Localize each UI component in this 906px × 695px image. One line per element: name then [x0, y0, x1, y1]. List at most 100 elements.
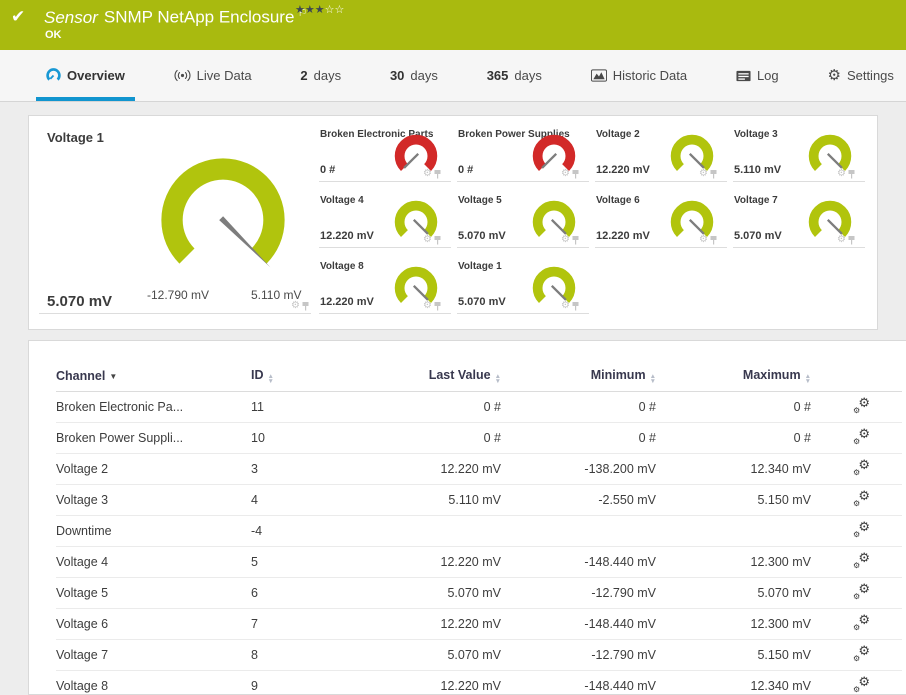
ok-check-icon: ✔: [11, 7, 26, 26]
big-gauge-min: -12.790 mV: [147, 288, 210, 302]
gear-icon[interactable]: ⚙: [837, 235, 846, 245]
channel-settings-icon[interactable]: ⚙ ⚙: [853, 674, 870, 694]
star-filled-icons[interactable]: ★★★: [295, 4, 325, 16]
cell-channel[interactable]: Voltage 2: [56, 453, 251, 485]
pin-icon[interactable]: [302, 301, 309, 311]
channel-settings-icon[interactable]: ⚙ ⚙: [853, 519, 870, 539]
gear-icon[interactable]: ⚙: [423, 301, 432, 311]
gauge-needle: [550, 284, 567, 301]
channel-settings-icon[interactable]: ⚙ ⚙: [853, 395, 870, 415]
cell-id: 3: [251, 453, 364, 485]
table-row-broken-electronic-pa-[interactable]: Broken Electronic Pa... 11 0 #0 #0 # ⚙ ⚙: [56, 391, 902, 423]
gauge-tile-broken-electronic-parts[interactable]: Broken Electronic Parts 0 # ⚙: [319, 126, 451, 182]
table-row-voltage-2[interactable]: Voltage 2 3 12.220 mV -138.200 mV 12.340 mV ⚙…: [56, 453, 902, 485]
pin-icon[interactable]: [848, 169, 855, 179]
gear-icon[interactable]: ⚙: [561, 301, 570, 311]
gauge-tile-voltage-4[interactable]: Voltage 4 12.220 mV ⚙: [319, 192, 451, 248]
cell-last-value: 5.070 mV: [364, 639, 511, 671]
gear-icon[interactable]: ⚙: [291, 301, 300, 311]
channel-settings-icon[interactable]: ⚙ ⚙: [853, 488, 870, 508]
pin-icon[interactable]: [434, 301, 441, 311]
tab-label: days: [313, 68, 342, 83]
table-row-voltage-8[interactable]: Voltage 8 9 12.220 mV -148.440 mV 12.340 mV ⚙…: [56, 670, 902, 695]
pin-icon[interactable]: [710, 169, 717, 179]
channel-settings-icon[interactable]: ⚙ ⚙: [853, 643, 870, 663]
cell-minimum: -148.440 mV: [511, 608, 666, 640]
channel-settings-icon[interactable]: ⚙ ⚙: [853, 550, 870, 570]
pin-icon[interactable]: [434, 235, 441, 245]
cell-last-value: 12.220 mV: [364, 546, 511, 578]
gear-icon[interactable]: ⚙: [423, 235, 432, 245]
gauge-needle: [688, 152, 705, 169]
gauge-tile-voltage-8[interactable]: Voltage 8 12.220 mV ⚙: [319, 258, 451, 314]
channel-settings-icon[interactable]: ⚙ ⚙: [853, 457, 870, 477]
cell-channel[interactable]: Voltage 8: [56, 670, 251, 695]
pin-icon[interactable]: [434, 169, 441, 179]
pin-icon[interactable]: [572, 169, 579, 179]
cell-id: 4: [251, 484, 364, 516]
gear-icon[interactable]: ⚙: [837, 169, 846, 179]
gear-icon[interactable]: ⚙: [699, 169, 708, 179]
sort-icon: ▲ ▼: [267, 373, 274, 385]
tab-label: Overview: [67, 68, 125, 83]
tab-live-data[interactable]: Live Data: [168, 50, 258, 101]
table-row-downtime[interactable]: Downtime -4 ⚙ ⚙: [56, 515, 902, 547]
tab-settings[interactable]: ⚙ Settings: [821, 50, 899, 101]
channel-settings-icon[interactable]: ⚙ ⚙: [853, 581, 870, 601]
pin-icon[interactable]: [572, 301, 579, 311]
gauge-tile-voltage-7[interactable]: Voltage 7 5.070 mV ⚙: [733, 192, 865, 248]
tab-overview[interactable]: Overview: [36, 50, 135, 101]
gauge-tile-broken-power-supplies[interactable]: Broken Power Supplies 0 # ⚙: [457, 126, 589, 182]
gear-icon[interactable]: ⚙: [561, 169, 570, 179]
cell-minimum: [511, 515, 666, 547]
gauge-tile-voltage-2[interactable]: Voltage 2 12.220 mV ⚙: [595, 126, 727, 182]
cell-minimum: -12.790 mV: [511, 639, 666, 671]
table-row-voltage-6[interactable]: Voltage 6 7 12.220 mV -148.440 mV 12.300 mV ⚙…: [56, 608, 902, 640]
tab-log[interactable]: Log: [730, 50, 785, 101]
tab-2-days[interactable]: 2 days: [294, 50, 347, 101]
tab-historic-data[interactable]: Historic Data: [585, 50, 693, 101]
cell-channel[interactable]: Voltage 3: [56, 484, 251, 516]
cell-channel[interactable]: Broken Electronic Pa...: [56, 391, 251, 423]
tab-365-days[interactable]: 365 days: [481, 50, 548, 101]
gauge-tile-voltage-5[interactable]: Voltage 5 5.070 mV ⚙: [457, 192, 589, 248]
cell-id: 5: [251, 546, 364, 578]
col-header-maximum[interactable]: Maximum ▲ ▼: [666, 363, 821, 392]
channel-settings-icon[interactable]: ⚙ ⚙: [853, 612, 870, 632]
cell-channel[interactable]: Voltage 4: [56, 546, 251, 578]
col-header-id[interactable]: ID ▲ ▼: [251, 363, 364, 392]
gauge-tile-voltage-6[interactable]: Voltage 6 12.220 mV ⚙: [595, 192, 727, 248]
cell-last-value: 0 #: [364, 391, 511, 423]
pin-icon[interactable]: [848, 235, 855, 245]
cell-maximum: 0 #: [666, 422, 821, 454]
gear-icon[interactable]: ⚙: [423, 169, 432, 179]
col-header-last-value[interactable]: Last Value ▲ ▼: [364, 363, 511, 392]
table-row-voltage-4[interactable]: Voltage 4 5 12.220 mV -148.440 mV 12.300 mV ⚙…: [56, 546, 902, 578]
table-row-voltage-5[interactable]: Voltage 5 6 5.070 mV -12.790 mV 5.070 mV ⚙ ⚙: [56, 577, 902, 609]
channel-value: 0 #: [458, 164, 474, 176]
table-row-voltage-7[interactable]: Voltage 7 8 5.070 mV -12.790 mV 5.150 mV ⚙ ⚙: [56, 639, 902, 671]
channel-label: Voltage 6: [596, 195, 640, 206]
cell-channel[interactable]: Voltage 5: [56, 577, 251, 609]
col-header-channel[interactable]: Channel ▼: [56, 363, 251, 392]
gauge-tile-voltage-1[interactable]: Voltage 1 5.070 mV ⚙: [457, 258, 589, 314]
tab-label: Settings: [846, 68, 894, 83]
pin-icon[interactable]: [572, 235, 579, 245]
gauge-tile-voltage-3[interactable]: Voltage 3 5.110 mV ⚙: [733, 126, 865, 182]
cell-channel[interactable]: Voltage 7: [56, 639, 251, 671]
table-row-broken-power-suppli-[interactable]: Broken Power Suppli... 10 0 #0 #0 # ⚙ ⚙: [56, 422, 902, 454]
col-header-minimum[interactable]: Minimum ▲ ▼: [511, 363, 666, 392]
gear-icon[interactable]: ⚙: [561, 235, 570, 245]
priority-stars[interactable]: ★★★☆☆: [295, 3, 344, 16]
cell-channel[interactable]: Broken Power Suppli...: [56, 422, 251, 454]
tab-30-days[interactable]: 30 days: [384, 50, 444, 101]
star-empty-icons[interactable]: ☆☆: [325, 4, 345, 16]
cell-channel[interactable]: Voltage 6: [56, 608, 251, 640]
pin-icon[interactable]: [710, 235, 717, 245]
channel-settings-icon[interactable]: ⚙ ⚙: [853, 426, 870, 446]
sort-icon: ▲ ▼: [804, 373, 811, 385]
big-gauge-tile-voltage-1[interactable]: Voltage 1 5.070 mV -12.790 mV 5.110 mV ⚙: [39, 126, 311, 314]
table-row-voltage-3[interactable]: Voltage 3 4 5.110 mV -2.550 mV 5.150 mV ⚙ ⚙: [56, 484, 902, 516]
cell-channel[interactable]: Downtime: [56, 515, 251, 547]
gear-icon[interactable]: ⚙: [699, 235, 708, 245]
